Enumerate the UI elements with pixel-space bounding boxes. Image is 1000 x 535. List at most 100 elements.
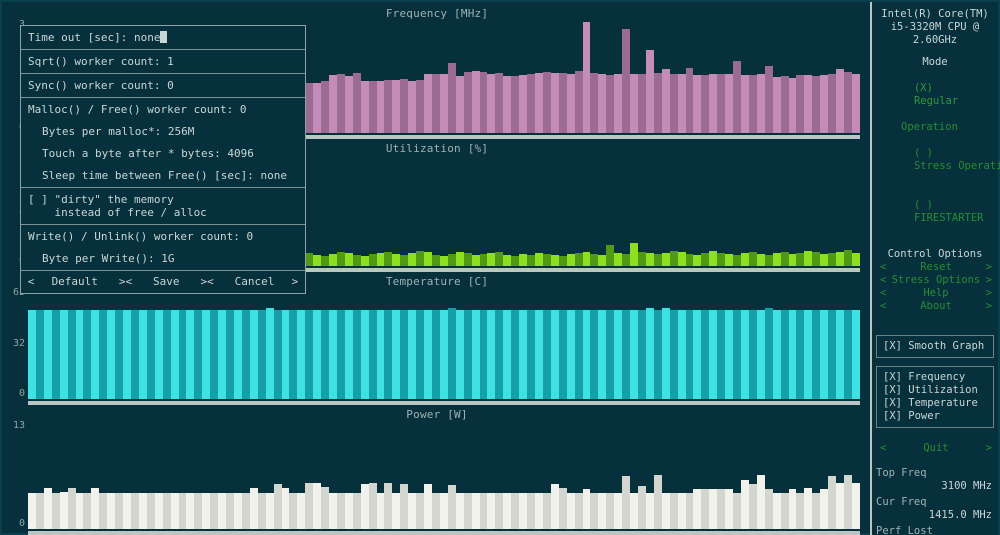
bar: [282, 310, 290, 399]
bar: [725, 310, 733, 399]
bar: [844, 72, 852, 133]
mode-heading: Mode: [876, 56, 994, 69]
checkbox-smooth-graph[interactable]: [X] Smooth Graph: [883, 340, 990, 353]
bar: [654, 254, 662, 266]
bar: [630, 493, 638, 529]
bar: [614, 253, 622, 266]
bar: [392, 493, 400, 529]
checkbox-dirty-memory[interactable]: [ ] "dirty" the memory instead of free /…: [21, 188, 305, 225]
stat-perf-lost: Perf Lost 0 %: [876, 525, 994, 535]
chart-power-axis: 130: [4, 405, 28, 529]
bar: [384, 310, 392, 399]
quit-button[interactable]: < Quit >: [876, 442, 994, 455]
bar: [305, 83, 313, 133]
control-button-help[interactable]: < Help >: [876, 287, 994, 300]
bar: [258, 310, 266, 399]
field-sqrt-workers[interactable]: Sqrt() worker count: 1: [21, 50, 305, 74]
bar: [408, 253, 416, 266]
bar: [123, 493, 131, 529]
bar: [598, 310, 606, 399]
bar: [480, 310, 488, 399]
mode-radio-firestarter-label: FIRESTARTER: [914, 212, 984, 224]
bar: [717, 74, 725, 133]
dialog-separator-1: ><: [112, 275, 138, 288]
field-byte-per-write[interactable]: Byte per Write(): 1G: [21, 248, 305, 271]
bar: [234, 493, 242, 529]
chart-power-bars: [28, 423, 860, 529]
field-malloc-free-workers[interactable]: Malloc() / Free() worker count: 0: [21, 98, 305, 121]
bar: [495, 493, 503, 529]
chart-power[interactable]: Power [W] 130: [4, 405, 870, 535]
bar: [297, 310, 305, 399]
control-options-heading: Control Options: [876, 248, 994, 261]
control-button-stress-options[interactable]: < Stress Options >: [876, 274, 994, 287]
bar: [543, 254, 551, 266]
bar: [709, 74, 717, 133]
field-touch-byte-after[interactable]: Touch a byte after * bytes: 4096: [21, 143, 305, 165]
bar: [123, 310, 131, 399]
bar: [107, 493, 115, 529]
bar: [590, 73, 598, 133]
bar: [693, 75, 701, 133]
bar: [464, 310, 472, 399]
bar: [408, 493, 416, 529]
bar: [495, 73, 503, 133]
checkbox-temperature[interactable]: [X] Temperature: [883, 397, 990, 410]
default-button[interactable]: Default: [37, 275, 112, 288]
mode-radio-stress[interactable]: ( ) Stress Operation: [876, 134, 994, 186]
bar: [662, 253, 670, 266]
axis-tick-label: 32: [13, 339, 25, 348]
bar: [218, 310, 226, 399]
bar: [337, 74, 345, 133]
save-button[interactable]: Save: [138, 275, 194, 288]
bar: [535, 493, 543, 529]
chart-power-plot: [28, 423, 860, 529]
checkbox-power[interactable]: [X] Power: [883, 410, 990, 423]
bar: [543, 310, 551, 399]
graph-toggles-panel: [X] Frequency [X] Utilization [X] Temper…: [876, 366, 994, 428]
cancel-button[interactable]: Cancel: [220, 275, 289, 288]
mode-radio-regular[interactable]: (X) Regular: [876, 69, 994, 121]
chart-power-title: Power [W]: [4, 408, 870, 421]
control-sidebar: Intel(R) Core(TM) i5-3320M CPU @ 2.60GHz…: [870, 2, 998, 535]
bar: [377, 493, 385, 529]
field-timeout[interactable]: Time out [sec]: none: [21, 26, 305, 50]
control-button-about[interactable]: < About >: [876, 300, 994, 313]
mode-radio-firestarter[interactable]: ( ) FIRESTARTER: [876, 186, 994, 238]
bar: [519, 75, 527, 133]
checkbox-frequency[interactable]: [X] Frequency: [883, 371, 990, 384]
field-bytes-per-malloc[interactable]: Bytes per malloc*: 256M: [21, 121, 305, 143]
bar: [662, 69, 670, 133]
bar: [678, 252, 686, 266]
bar: [646, 253, 654, 266]
bar: [551, 73, 559, 134]
bar: [115, 310, 123, 399]
bar: [432, 310, 440, 399]
bar: [416, 80, 424, 133]
bar: [329, 75, 337, 133]
bar: [456, 252, 464, 266]
bar: [392, 80, 400, 133]
bar: [408, 310, 416, 399]
bar: [773, 253, 781, 266]
bar: [163, 493, 171, 529]
bar: [99, 493, 107, 529]
bar: [495, 252, 503, 266]
field-sleep-time-between-free[interactable]: Sleep time between Free() [sec]: none: [21, 165, 305, 188]
bar: [464, 253, 472, 266]
bar: [282, 488, 290, 529]
bar: [598, 493, 606, 529]
checkbox-utilization[interactable]: [X] Utilization: [883, 384, 990, 397]
bar: [464, 493, 472, 529]
bar: [242, 310, 250, 399]
bar: [329, 310, 337, 399]
control-button-reset[interactable]: < Reset >: [876, 261, 994, 274]
control-button-about-right-caret: >: [986, 300, 992, 313]
chart-temperature-plot: [28, 290, 860, 399]
field-sync-workers[interactable]: Sync() worker count: 0: [21, 74, 305, 98]
bar: [741, 480, 749, 529]
field-write-unlink-workers[interactable]: Write() / Unlink() worker count: 0: [21, 225, 305, 248]
bar: [456, 310, 464, 399]
bar: [638, 74, 646, 133]
bar: [369, 81, 377, 133]
